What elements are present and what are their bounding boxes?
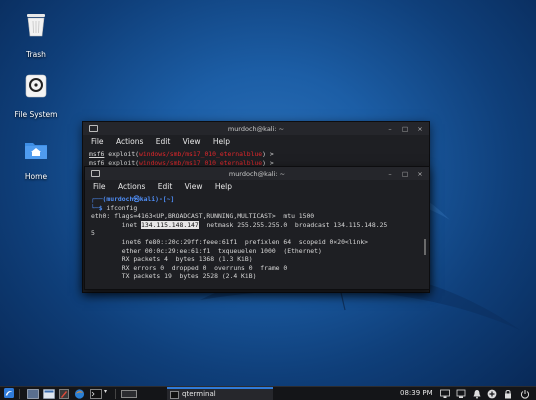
output-line-7: RX errors 0 dropped 0 overruns 0 frame 0 — [91, 263, 288, 272]
maximize-icon[interactable]: □ — [402, 171, 408, 178]
output-line-1: eth0: flags=4163<UP,BROADCAST,RUNNING,MU… — [91, 212, 315, 221]
prompt-symbol: $ — [98, 203, 103, 212]
output-line-4: inet6 fe80::20c:29ff:feee:61f1 prefixlen… — [91, 237, 369, 246]
menu-view[interactable]: View — [183, 135, 201, 149]
terminal-window-front[interactable]: murdoch@kali: ~ – □ × File Actions Edit Vi… — [84, 166, 430, 290]
menu-edit[interactable]: Edit — [156, 135, 171, 149]
notification-bell-icon[interactable] — [472, 389, 482, 399]
lock-icon[interactable] — [503, 389, 513, 399]
drive-icon — [25, 74, 47, 98]
scrollbar[interactable] — [424, 239, 426, 255]
menu-file[interactable]: File — [93, 180, 106, 194]
chevron-down-icon[interactable]: ▾ — [104, 388, 107, 395]
menu-file[interactable]: File — [91, 135, 104, 149]
taskbar: ▾ qterminal 08:39 PM — [0, 386, 536, 400]
monitor-icon[interactable] — [440, 389, 450, 399]
prompt-user: (murdoch㉿kali)-[~] — [102, 195, 175, 203]
home-folder-icon — [25, 143, 47, 159]
power-icon[interactable] — [520, 389, 530, 399]
msf-line: msf6 exploit(windows/smb/ms17_010_eterna… — [89, 150, 274, 158]
menu-view[interactable]: View — [185, 180, 203, 194]
network-icon[interactable] — [456, 389, 466, 399]
desktop-icon-trash[interactable]: Trash — [6, 12, 66, 61]
command-text: ifconfig — [106, 203, 138, 212]
inet-rest: netmask 255.255.255.0 broadcast 134.115.… — [198, 220, 388, 229]
task-button-qterminal[interactable]: qterminal — [167, 387, 273, 400]
trash-label: Trash — [26, 50, 46, 59]
task-label: qterminal — [182, 390, 216, 398]
menu-actions[interactable]: Actions — [116, 135, 143, 149]
menubar: File Actions Edit View Help — [85, 180, 429, 194]
minimize-icon[interactable]: – — [387, 126, 393, 133]
maximize-icon[interactable]: □ — [402, 126, 408, 133]
menu-actions[interactable]: Actions — [118, 180, 145, 194]
menu-edit[interactable]: Edit — [158, 180, 173, 194]
menubar: File Actions Edit View Help — [83, 135, 429, 149]
file-manager-icon[interactable] — [43, 389, 55, 399]
prompt-box-top: ┌── — [91, 195, 103, 203]
output-line-5: ether 00:0c:29:ee:61:f1 txqueuelen 1000 … — [91, 246, 322, 255]
home-label: Home — [24, 172, 48, 181]
taskbar-separator — [19, 389, 20, 399]
inet-ip-selected: 134.115.148.147 — [141, 220, 199, 229]
trash-icon — [27, 14, 45, 37]
file-system-label: File System — [14, 110, 58, 119]
titlebar[interactable]: murdoch@kali: ~ – □ × — [83, 122, 429, 135]
close-icon[interactable]: × — [417, 171, 423, 178]
desktop-icon-file-system[interactable]: File System — [6, 74, 66, 121]
prompt-box-bottom: └─ — [91, 203, 99, 212]
kali-menu-icon[interactable] — [3, 388, 15, 398]
output-line-8: TX packets 19 bytes 2528 (2.4 KiB) — [91, 272, 257, 281]
menu-help[interactable]: Help — [213, 135, 230, 149]
desktop-icon-home[interactable]: Home — [6, 140, 66, 183]
browser-icon[interactable] — [74, 389, 85, 399]
workspace-switcher[interactable] — [121, 390, 137, 398]
terminal-output-front[interactable]: ┌──(murdoch㉿kali)-[~] └─$ ifconfig eth0:… — [85, 194, 429, 282]
close-icon[interactable]: × — [417, 126, 423, 133]
terminal-icon — [170, 391, 179, 399]
taskbar-separator — [115, 389, 116, 399]
text-editor-icon[interactable] — [59, 389, 69, 399]
terminal-icon[interactable] — [90, 389, 102, 399]
clock[interactable]: 08:39 PM — [400, 389, 433, 397]
minimize-icon[interactable]: – — [387, 171, 393, 178]
inet-label: inet — [91, 220, 142, 229]
output-line-6: RX packets 4 bytes 1368 (1.3 KiB) — [91, 255, 253, 264]
output-line-3: 5 — [91, 229, 95, 238]
update-icon[interactable] — [487, 389, 497, 399]
menu-help[interactable]: Help — [215, 180, 232, 194]
titlebar[interactable]: murdoch@kali: ~ – □ × — [85, 167, 429, 180]
show-desktop-icon[interactable] — [27, 389, 39, 399]
